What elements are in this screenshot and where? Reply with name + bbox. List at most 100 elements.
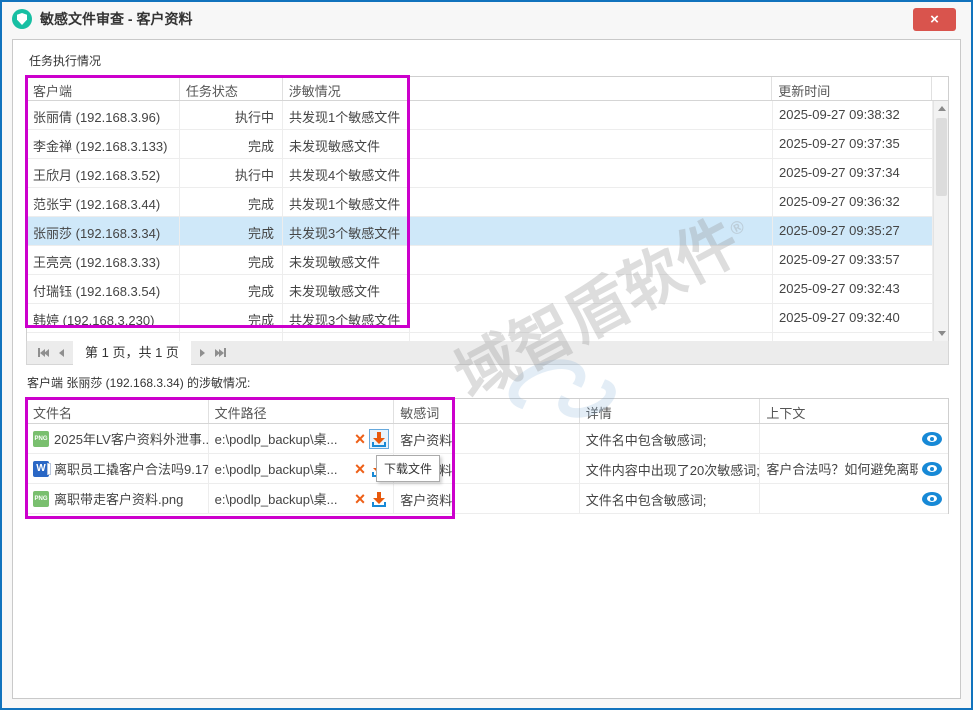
scroll-down-arrow-icon[interactable] <box>934 326 948 341</box>
col-header-updated[interactable]: 更新时间 <box>772 77 932 100</box>
updated-cell: 2025-09-27 09:35:27 <box>773 217 933 245</box>
filler-cell <box>410 304 773 332</box>
filepath-cell: e:\podlp_backup\桌... × <box>209 484 395 513</box>
col-header-detail[interactable]: 详情 <box>580 399 761 423</box>
col-header-status[interactable]: 任务状态 <box>180 77 283 100</box>
client-cell: 王欣月 (192.168.3.52) <box>27 159 180 187</box>
status-cell: 完成 <box>180 217 283 245</box>
updated-cell: 2025-09-27 09:32:43 <box>773 275 933 303</box>
col-header-client[interactable]: 客户端 <box>27 77 180 100</box>
filepath-cell: e:\podlp_backup\桌... × <box>209 454 395 483</box>
keyword-cell: 客户资料 <box>394 424 580 453</box>
col-header-keyword[interactable]: 敏感词 <box>394 399 580 423</box>
filler-cell <box>410 246 773 274</box>
filler-cell <box>410 130 773 158</box>
status-cell: 完成 <box>180 188 283 216</box>
prev-page-button[interactable] <box>59 349 64 357</box>
client-cell: 王亮亮 (192.168.3.33) <box>27 246 180 274</box>
col-header-filename[interactable]: 文件名 <box>27 399 209 423</box>
col-header-context[interactable]: 上下文 <box>760 399 948 423</box>
task-table: 客户端 任务状态 涉敏情况 更新时间 张丽倩 (192.168.3.96) 执行… <box>26 76 949 342</box>
page-indicator: 第 1 页，共 1 页 <box>73 341 191 365</box>
sensitive-cell: 共发现1个敏感文件 <box>283 188 410 216</box>
detail-cell: 文件名中包含敏感词; <box>580 424 761 453</box>
files-table-header: 文件名 文件路径 敏感词 详情 上下文 <box>27 399 948 424</box>
view-context-eye-icon[interactable] <box>922 492 942 506</box>
client-cell: 范张宇 (192.168.3.44) <box>27 188 180 216</box>
download-icon <box>371 431 387 447</box>
view-context-eye-icon[interactable] <box>922 432 942 446</box>
first-page-button[interactable] <box>38 348 49 357</box>
detail-cell: 文件内容中出现了20次敏感词; <box>580 454 761 483</box>
filepath-text: e:\podlp_backup\桌... <box>215 459 351 478</box>
sensitive-cell: 未发现敏感文件 <box>283 246 410 274</box>
table-row[interactable]: 李金禅 (192.168.3.133) 完成 未发现敏感文件 2025-09-2… <box>27 130 948 159</box>
filepath-text: e:\podlp_backup\桌... <box>215 489 351 508</box>
filler-cell <box>410 333 773 341</box>
updated-cell: 2025-09-27 09:32:40 <box>773 304 933 332</box>
close-button[interactable]: × <box>913 8 956 31</box>
delete-file-icon[interactable]: × <box>355 432 366 446</box>
scrollbar-thumb[interactable] <box>936 118 947 196</box>
sensitive-cell: 共发现3个敏感文件 <box>283 217 410 245</box>
pagination-bar: 第 1 页，共 1 页 <box>26 341 949 365</box>
col-header-filler <box>410 77 773 100</box>
table-row[interactable]: 张丽倩 (192.168.3.96) 执行中 共发现1个敏感文件 2025-09… <box>27 101 948 130</box>
filler-cell <box>410 275 773 303</box>
shield-app-icon <box>12 9 32 29</box>
col-header-scroll-gap <box>932 77 948 100</box>
context-cell <box>760 424 948 453</box>
next-page-button[interactable] <box>200 349 205 357</box>
sensitive-cell: 共发现3个敏感文件 <box>283 304 410 332</box>
sensitive-cell: 未发现敏感文件 <box>283 275 410 303</box>
filename-text: 2025年LV客户资料外泄事... <box>54 429 208 448</box>
word-file-icon: W <box>33 461 49 477</box>
status-cell: 完成 <box>180 304 283 332</box>
status-cell: 完成 <box>180 130 283 158</box>
table-row-selected[interactable]: 张丽莎 (192.168.3.34) 完成 共发现3个敏感文件 2025-09-… <box>27 217 948 246</box>
client-cell: 韩婷 (192.168.3.230) <box>27 304 180 332</box>
status-cell: 完成 <box>180 275 283 303</box>
last-page-button[interactable] <box>215 348 226 357</box>
filler-cell <box>410 159 773 187</box>
scroll-up-arrow-icon[interactable] <box>934 101 948 116</box>
context-cell: 客户合法吗？如何避免离职... <box>760 454 948 483</box>
context-cell <box>760 484 948 513</box>
status-cell: 执行中 <box>180 101 283 129</box>
sensitive-cell: 未发现敏感文件 <box>283 333 410 341</box>
filler-cell <box>410 217 773 245</box>
table-row[interactable]: 韩婷 (192.168.3.230) 完成 共发现3个敏感文件 2025-09-… <box>27 304 948 333</box>
table-row[interactable]: 范张宇 (192.168.3.44) 完成 共发现1个敏感文件 2025-09-… <box>27 188 948 217</box>
context-text: 客户合法吗？如何避免离职... <box>766 459 918 478</box>
status-cell: 完成 <box>180 246 283 274</box>
view-context-eye-icon[interactable] <box>922 462 942 476</box>
task-table-header: 客户端 任务状态 涉敏情况 更新时间 <box>27 77 948 101</box>
file-row[interactable]: PNG 离职带走客户资料.png e:\podlp_backup\桌... × … <box>27 484 948 514</box>
dialog-window: 敏感文件审查 - 客户资料 × 任务执行情况 客户端 任务状态 涉敏情况 更新时… <box>0 0 973 710</box>
client-cell: 张丽倩 (192.168.3.96) <box>27 101 180 129</box>
table-row[interactable]: 付瑞钰 (192.168.3.54) 完成 未发现敏感文件 2025-09-27… <box>27 275 948 304</box>
table-row[interactable]: 王欣月 (192.168.3.52) 执行中 共发现4个敏感文件 2025-09… <box>27 159 948 188</box>
col-header-filepath[interactable]: 文件路径 <box>209 399 395 423</box>
file-row[interactable]: W 离职员工撬客户合法吗9.17... e:\podlp_backup\桌...… <box>27 454 948 484</box>
vertical-scrollbar[interactable] <box>933 101 948 341</box>
task-section-label: 任务执行情况 <box>29 52 101 69</box>
delete-file-icon[interactable]: × <box>355 462 366 476</box>
col-header-sensitive[interactable]: 涉敏情况 <box>283 77 410 100</box>
title-bar: 敏感文件审查 - 客户资料 × <box>2 2 971 36</box>
client-cell: 付瑞钰 (192.168.3.54) <box>27 275 180 303</box>
updated-cell: 2025-09-27 09:33:57 <box>773 246 933 274</box>
download-file-button[interactable] <box>369 489 389 509</box>
filepath-cell: e:\podlp_backup\桌... × <box>209 424 395 453</box>
sensitive-cell: 未发现敏感文件 <box>283 130 410 158</box>
shield-glyph <box>17 13 27 25</box>
delete-file-icon[interactable]: × <box>355 492 366 506</box>
updated-cell: 2025-09-27 09:31:36 <box>773 333 933 341</box>
download-icon <box>371 491 387 507</box>
file-row[interactable]: PNG 2025年LV客户资料外泄事... e:\podlp_backup\桌.… <box>27 424 948 454</box>
updated-cell: 2025-09-27 09:37:34 <box>773 159 933 187</box>
table-row[interactable]: 王亮亮 (192.168.3.33) 完成 未发现敏感文件 2025-09-27… <box>27 246 948 275</box>
filename-text: 离职员工撬客户合法吗9.17... <box>54 459 208 478</box>
download-file-button[interactable] <box>369 429 389 449</box>
updated-cell: 2025-09-27 09:38:32 <box>773 101 933 129</box>
